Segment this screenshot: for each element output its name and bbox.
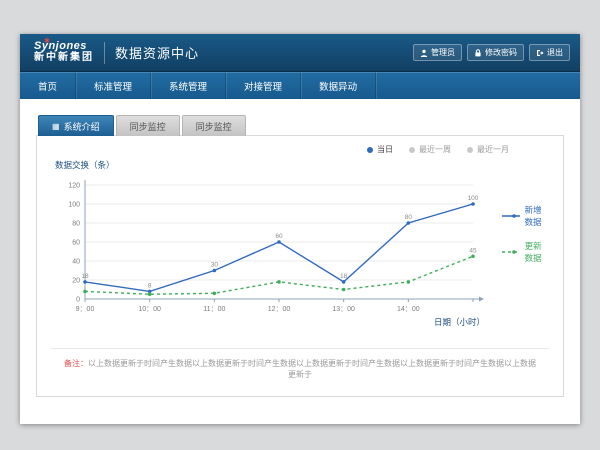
footnote: 备注：以上数据更新于时间产生数据以上数据更新于时间产生数据以上数据更新于时间产生… [51,348,549,382]
svg-text:120: 120 [68,183,80,190]
filter-last-week-dot-icon [409,147,415,153]
nav-item-standards[interactable]: 标准管理 [76,72,151,99]
chart-panel: 当日 最近一周 最近一月 数据交换（条） 0 20 40 60 80 100 120 9：00… [36,135,564,397]
logout-label: 退出 [547,47,563,58]
svg-text:18: 18 [340,273,348,280]
footnote-label: 备注： [64,359,88,368]
svg-text:0: 0 [76,297,80,304]
legend-line-solid-icon [501,212,520,220]
change-password-button[interactable]: 修改密码 [467,44,524,61]
y-axis-title: 数据交换（条） [55,159,487,171]
tab-sync-monitor-2[interactable]: 同步监控 [182,115,246,136]
header-divider [104,42,105,64]
app-header: ✱ Synjones 新中新集团 数据资源中心 管理员 修改密码 [20,34,580,72]
lock-icon [474,49,482,57]
filter-last-week-label: 最近一周 [419,144,451,155]
filter-today[interactable]: 当日 [367,144,393,155]
admin-user-label: 管理员 [431,47,455,58]
svg-text:30: 30 [211,262,219,269]
filter-last-month-dot-icon [467,147,473,153]
range-filters: 当日 最近一周 最近一月 [51,144,549,155]
chart-column: 数据交换（条） 0 20 40 60 80 100 120 9：00 10：00 11：00 12：… [51,157,487,328]
nav-item-system[interactable]: 系统管理 [151,72,226,99]
legend-line-dashed-icon [501,248,520,256]
nav-item-integration[interactable]: 对接管理 [226,72,301,99]
admin-user-button[interactable]: 管理员 [413,44,462,61]
main-content: ▦ 系统介绍 同步监控 同步监控 当日 [20,99,580,424]
change-password-label: 修改密码 [485,47,517,58]
legend-new-data-label: 新增数据 [525,204,549,228]
svg-text:80: 80 [405,214,413,221]
filter-last-week[interactable]: 最近一周 [409,144,451,155]
svg-text:100: 100 [468,195,479,202]
svg-text:8: 8 [148,282,152,289]
svg-text:13：00: 13：00 [332,306,355,313]
svg-text:40: 40 [72,259,80,266]
chart-legend: 新增数据 更新数据 [487,139,549,328]
tab-sync-monitor-1-label: 同步监控 [130,120,166,133]
tab-sync-monitor-1[interactable]: 同步监控 [116,115,180,136]
svg-text:18: 18 [81,273,89,280]
legend-item-updated-data[interactable]: 更新数据 [501,240,549,264]
legend-item-new-data[interactable]: 新增数据 [501,204,549,228]
footnote-text: 以上数据更新于时间产生数据以上数据更新于时间产生数据以上数据更新于时间产生数据以… [88,359,536,379]
chart-area: 数据交换（条） 0 20 40 60 80 100 120 9：00 10：00 11：00 12：… [51,157,549,328]
legend-updated-data-label: 更新数据 [525,240,549,264]
svg-text:100: 100 [68,202,80,209]
filter-today-dot-icon [367,147,373,153]
app-window: ✱ Synjones 新中新集团 数据资源中心 管理员 修改密码 [20,34,580,424]
svg-text:80: 80 [72,221,80,228]
header-actions: 管理员 修改密码 退出 [413,44,570,61]
svg-text:14：00: 14：00 [397,306,420,313]
desktop-background: ✱ Synjones 新中新集团 数据资源中心 管理员 修改密码 [0,0,600,450]
svg-text:20: 20 [72,278,80,285]
tab-system-intro-label: 系统介绍 [64,120,100,133]
svg-text:10：00: 10：00 [138,306,161,313]
grid-icon: ▦ [52,123,60,131]
logout-icon [536,49,544,57]
tab-system-intro[interactable]: ▦ 系统介绍 [38,115,114,136]
page-title: 数据资源中心 [115,43,199,62]
nav-item-home[interactable]: 首页 [20,72,76,99]
svg-text:60: 60 [72,240,80,247]
company-logo: ✱ Synjones 新中新集团 [30,41,94,63]
tab-sync-monitor-2-label: 同步监控 [196,120,232,133]
tab-strip: ▦ 系统介绍 同步监控 同步监控 [36,115,564,136]
line-chart: 0 20 40 60 80 100 120 9：00 10：00 11：00 12：00 13：00 1… [51,171,487,323]
svg-text:11：00: 11：00 [203,306,225,313]
svg-text:60: 60 [275,233,283,240]
logo-star-icon: ✱ [44,38,50,45]
svg-text:45: 45 [469,247,477,254]
logo-text-cn: 新中新集团 [34,53,94,64]
svg-text:9：00: 9：00 [76,306,95,313]
user-icon [420,49,428,57]
nav-item-data-changes[interactable]: 数据异动 [301,72,376,99]
main-nav: 首页 标准管理 系统管理 对接管理 数据异动 [20,72,580,99]
svg-text:12：00: 12：00 [268,306,291,313]
filter-today-label: 当日 [377,144,393,155]
logout-button[interactable]: 退出 [529,44,570,61]
